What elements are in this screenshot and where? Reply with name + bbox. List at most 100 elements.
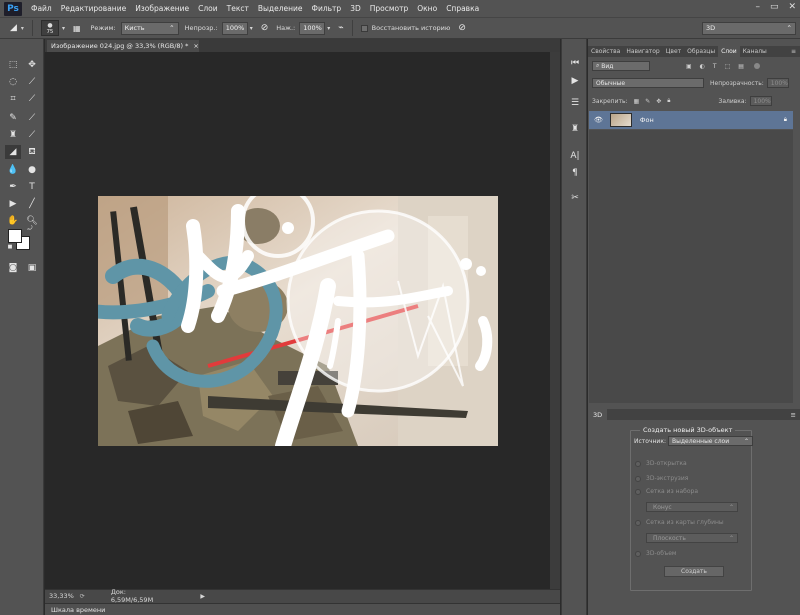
airbrush-icon[interactable]: ⌁ [338, 23, 343, 33]
foreground-color-swatch[interactable] [8, 229, 22, 243]
character-panel-icon[interactable]: A| [567, 149, 583, 163]
menu-select[interactable]: Выделение [258, 4, 303, 13]
tool-preset-chevron-icon[interactable]: ▾ [21, 25, 24, 32]
filter-smart-object-icon[interactable]: ▤ [738, 63, 744, 70]
filter-shape-icon[interactable]: ⬚ [725, 63, 731, 70]
tab-channels[interactable]: Каналы [740, 46, 770, 57]
document-image[interactable] [98, 196, 498, 446]
tab-properties[interactable]: Свойства [588, 46, 623, 57]
hand-tool-icon[interactable]: ✋ [5, 214, 21, 228]
radio-mesh-preset[interactable] [635, 488, 641, 495]
fill-input[interactable]: 100% [749, 96, 772, 106]
layer-kind-filter[interactable]: ⌕ Вид [592, 61, 650, 71]
actions-panel-icon[interactable]: ▶ [567, 74, 583, 88]
brush-size-picker[interactable]: ● 75 [40, 20, 59, 36]
close-button[interactable]: ✕ [788, 2, 796, 12]
opacity-input[interactable]: 100% [221, 21, 248, 35]
clone-source-panel-icon[interactable]: ♜ [567, 122, 583, 136]
line-tool-icon[interactable]: ╱ [24, 197, 40, 211]
tab-color[interactable]: Цвет [663, 46, 684, 57]
create-3d-button[interactable]: Создать [664, 566, 724, 577]
filter-toggle[interactable] [753, 63, 760, 69]
radio-3d-volume[interactable] [635, 550, 641, 557]
filter-pixel-icon[interactable]: ▣ [686, 63, 692, 70]
swap-colors-icon[interactable]: ⤾ [26, 225, 34, 233]
tab-3d[interactable]: 3D [588, 409, 608, 420]
filter-adjustment-icon[interactable]: ◐ [700, 63, 705, 70]
brush-panel-icon[interactable]: ☰ [567, 96, 583, 110]
healing-brush-tool-icon[interactable]: ✎ [5, 111, 21, 125]
panel-menu-icon[interactable]: ≡ [791, 48, 796, 55]
layer-opacity-input[interactable]: 100% [766, 78, 789, 88]
source-select[interactable]: Выделенные слои ⌃ [668, 436, 753, 446]
eye-visibility-icon[interactable]: 👁︎ [594, 116, 603, 124]
clone-stamp-tool-icon[interactable]: ♜ [5, 128, 21, 142]
vertical-scrollbar[interactable] [550, 52, 560, 589]
marquee-tool-icon[interactable]: ⬚ [5, 58, 21, 72]
brush-panel-toggle-icon[interactable]: ▦ [73, 24, 81, 33]
menu-view[interactable]: Просмотр [370, 4, 409, 13]
menu-window[interactable]: Окно [417, 4, 437, 13]
radio-3d-postcard[interactable] [635, 460, 641, 467]
lasso-tool-icon[interactable]: ◌ [5, 75, 21, 89]
paragraph-panel-icon[interactable]: ¶ [567, 166, 583, 180]
eraser-tool-icon[interactable]: ◢ [10, 23, 17, 33]
lock-image-icon[interactable]: ✎ [645, 98, 650, 105]
crop-tool-icon[interactable]: ⌗ [5, 92, 21, 106]
tablet-opacity-pressure-icon[interactable]: ⊘ [261, 23, 269, 33]
pressure-input[interactable]: 100% [299, 21, 326, 35]
option-3d-extrusion[interactable]: 3D-экструзия [635, 475, 688, 482]
eraser-tool-icon[interactable]: ◢ [5, 145, 21, 159]
filter-type-icon[interactable]: T [713, 63, 717, 70]
brush-tool-icon[interactable]: ⟋ [24, 111, 40, 125]
history-panel-icon[interactable]: ⏮ [567, 56, 583, 70]
tab-layers[interactable]: Слои [718, 46, 740, 57]
history-brush-tool-icon[interactable]: ⟋ [24, 128, 40, 142]
menu-filter[interactable]: Фильтр [312, 4, 342, 13]
zoom-refresh-icon[interactable]: ⟳ [80, 593, 85, 600]
brush-picker-chevron-icon[interactable]: ▾ [62, 25, 65, 32]
radio-3d-extrusion[interactable] [635, 475, 641, 482]
restore-history-checkbox[interactable] [360, 24, 368, 32]
restore-button[interactable]: ▭ [770, 2, 779, 12]
option-3d-postcard[interactable]: 3D-открытка [635, 460, 687, 467]
minimize-button[interactable]: – [755, 2, 760, 12]
dodge-tool-icon[interactable]: ● [24, 163, 40, 177]
lock-position-icon[interactable]: ✥ [656, 98, 661, 105]
quick-selection-tool-icon[interactable]: ⟋ [24, 75, 40, 89]
document-tab[interactable]: Изображение 024.jpg @ 33,3% (RGB/8) * × [47, 40, 199, 52]
pressure-chevron-icon[interactable]: ▾ [327, 25, 330, 32]
menu-type[interactable]: Текст [227, 4, 249, 13]
radio-depth-map-mesh[interactable] [635, 519, 641, 526]
default-colors-icon[interactable]: ■ [6, 243, 14, 251]
option-depth-map-mesh[interactable]: Сетка из карты глубины [635, 519, 724, 526]
menu-3d[interactable]: 3D [350, 4, 361, 13]
screen-mode-icon[interactable]: ▣ [24, 261, 40, 275]
mesh-preset-select[interactable]: Конус ⌃ [646, 502, 738, 512]
status-menu-arrow-icon[interactable]: ▶ [200, 593, 205, 600]
quick-mask-icon[interactable]: ◙ [5, 261, 21, 275]
blur-tool-icon[interactable]: 💧 [5, 163, 21, 177]
layer-row-background[interactable]: 👁︎ Фон 🔒︎ [589, 111, 793, 129]
menu-layers[interactable]: Слои [198, 4, 218, 13]
tablet-size-pressure-icon[interactable]: ⊘ [458, 23, 466, 33]
pen-tool-icon[interactable]: ✒ [5, 180, 21, 194]
zoom-level[interactable]: 33,33% [49, 592, 74, 600]
path-selection-tool-icon[interactable]: ▶ [5, 197, 21, 211]
workspace-select[interactable]: 3D ⌃ [702, 21, 796, 35]
mode-select[interactable]: Кисть ⌃ [120, 21, 179, 35]
panel-3d-menu-icon[interactable]: ≡ [791, 411, 796, 419]
opacity-chevron-icon[interactable]: ▾ [250, 25, 253, 32]
type-tool-icon[interactable]: T [24, 180, 40, 194]
layers-list-empty-area[interactable] [589, 130, 793, 403]
menu-help[interactable]: Справка [446, 4, 479, 13]
lock-all-icon[interactable]: 🔒︎ [667, 97, 670, 105]
blend-mode-select[interactable]: Обычные [592, 78, 704, 88]
move-tool-icon[interactable]: ✥ [24, 58, 40, 72]
tool-presets-panel-icon[interactable]: ✂ [567, 191, 583, 205]
document-tab-close-icon[interactable]: × [193, 42, 198, 50]
menu-image[interactable]: Изображение [135, 4, 189, 13]
menu-edit[interactable]: Редактирование [61, 4, 126, 13]
lock-transparent-icon[interactable]: ▦ [634, 98, 640, 105]
tab-navigator[interactable]: Навигатор [623, 46, 662, 57]
